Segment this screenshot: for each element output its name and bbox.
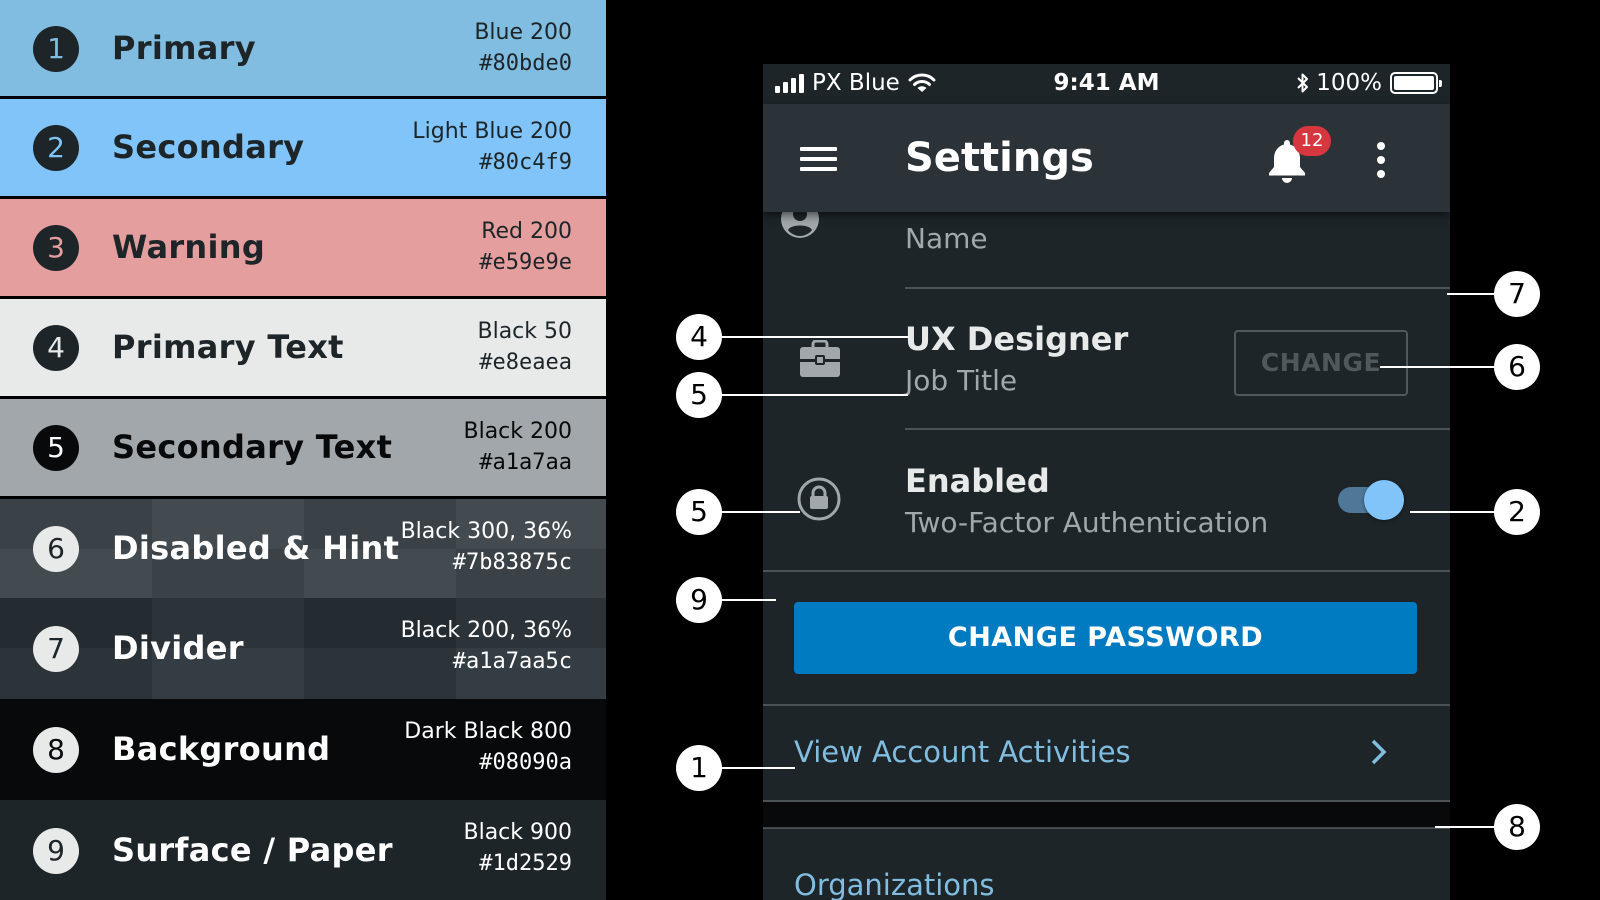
tfa-label: Two-Factor Authentication: [905, 506, 1269, 539]
swatch-info: Black 300, 36% #7b83875c: [401, 517, 572, 579]
swatch-hex: #1d2529: [479, 851, 572, 876]
callout-5-lock: 5: [676, 489, 722, 535]
swatch-info: Black 200 #a1a7aa: [463, 417, 572, 479]
swatch-info: Dark Black 800 #08090a: [404, 717, 572, 779]
status-right: 100%: [1296, 70, 1442, 96]
callout-9: 9: [676, 577, 722, 623]
swatch-number: 6: [33, 526, 79, 572]
bluetooth-icon: [1297, 73, 1309, 93]
swatch-secondary-text: 5 Secondary Text Black 200 #a1a7aa: [0, 399, 606, 496]
swatch-color-name: Black 200, 36%: [400, 618, 572, 643]
swatch-color-name: Black 300, 36%: [400, 519, 572, 544]
swatch-background: 8 Background Dark Black 800 #08090a: [0, 699, 606, 800]
swatch-color-name: Black 900: [463, 820, 572, 845]
swatch-hex: #a1a7aa5c: [452, 649, 572, 674]
section-gap: [763, 802, 1450, 828]
link-label: View Account Activities: [794, 735, 1131, 769]
swatch-secondary: 2 Secondary Light Blue 200 #80c4f9: [0, 99, 606, 196]
divider: [763, 827, 1450, 829]
swatch-label: Background: [112, 730, 331, 768]
color-palette: 1 Primary Blue 200 #80bde0 2 Secondary L…: [0, 0, 606, 900]
swatch-info: Blue 200 #80bde0: [474, 18, 572, 80]
swatch-color-name: Black 50: [477, 319, 572, 344]
battery-icon: [1390, 72, 1442, 94]
tfa-toggle[interactable]: [1338, 478, 1404, 522]
status-bar: PX Blue 9:41 AM 100%: [763, 64, 1450, 104]
callout-1: 1: [676, 745, 722, 791]
menu-icon[interactable]: [800, 147, 837, 171]
battery-percent: 100%: [1316, 70, 1382, 96]
app-bar: Settings 12: [763, 104, 1450, 212]
lock-icon: [797, 477, 841, 521]
organizations-link[interactable]: Organizations: [794, 868, 995, 900]
divider: [763, 570, 1450, 572]
swatch-hex: #a1a7aa: [479, 450, 572, 475]
callout-2: 2: [1494, 489, 1540, 535]
swatch-label: Surface / Paper: [112, 831, 393, 869]
swatch-color-name: Black 200: [463, 419, 572, 444]
swatch-color-name: Blue 200: [474, 20, 572, 45]
callout-5-job: 5: [676, 372, 722, 418]
notification-badge: 12: [1293, 126, 1331, 156]
swatch-info: Red 200 #e59e9e: [479, 217, 572, 279]
chevron-right-icon: [1371, 739, 1387, 765]
swatch-number: 1: [33, 26, 79, 72]
swatch-label: Warning: [112, 228, 266, 266]
change-job-button[interactable]: CHANGE: [1234, 330, 1408, 396]
swatch-info: Black 200, 36% #a1a7aa5c: [401, 616, 572, 678]
view-account-activities-link[interactable]: View Account Activities: [763, 704, 1450, 800]
callout-7: 7: [1494, 271, 1540, 317]
swatch-disabled-hint: 6 Disabled & Hint Black 300, 36% #7b8387…: [0, 499, 606, 598]
swatch-color-name: Light Blue 200: [412, 119, 572, 144]
callout-8: 8: [1494, 804, 1540, 850]
swatch-number: 9: [33, 828, 79, 874]
swatch-hex: #e59e9e: [479, 250, 572, 275]
phone-screen: PX Blue 9:41 AM 100% Settings 12 Name UX…: [763, 64, 1450, 900]
swatch-divider: 7 Divider Black 200, 36% #a1a7aa5c: [0, 598, 606, 699]
divider: [905, 287, 1450, 289]
swatch-hex: #80c4f9: [479, 150, 572, 175]
swatch-hex: #7b83875c: [452, 550, 572, 575]
swatch-hex: #08090a: [479, 750, 572, 775]
swatch-label: Primary Text: [112, 328, 344, 366]
swatch-info: Black 50 #e8eaea: [477, 317, 572, 379]
swatch-primary: 1 Primary Blue 200 #80bde0: [0, 0, 606, 96]
swatch-primary-text: 4 Primary Text Black 50 #e8eaea: [0, 299, 606, 396]
briefcase-icon: [800, 340, 840, 377]
swatch-number: 8: [33, 727, 79, 773]
swatch-label: Secondary Text: [112, 428, 393, 466]
tfa-status: Enabled: [905, 462, 1050, 500]
swatch-label: Secondary: [112, 128, 305, 166]
swatch-color-name: Dark Black 800: [404, 719, 572, 744]
name-subtitle: Name: [905, 222, 988, 255]
swatch-number: 3: [33, 225, 79, 271]
callout-line: [1447, 293, 1516, 295]
swatch-info: Black 900 #1d2529: [463, 818, 572, 880]
swatch-surface-paper: 9 Surface / Paper Black 900 #1d2529: [0, 800, 606, 900]
job-title-value: UX Designer: [905, 320, 1129, 358]
swatch-label: Divider: [112, 629, 244, 667]
swatch-number: 5: [33, 425, 79, 471]
toggle-thumb: [1364, 480, 1404, 520]
change-password-button[interactable]: CHANGE PASSWORD: [794, 602, 1417, 674]
page-title: Settings: [905, 135, 1094, 181]
swatch-number: 7: [33, 626, 79, 672]
swatch-color-name: Red 200: [481, 219, 572, 244]
swatch-label: Disabled & Hint: [112, 529, 400, 567]
swatch-info: Light Blue 200 #80c4f9: [412, 117, 572, 179]
divider: [905, 428, 1450, 430]
swatch-warning: 3 Warning Red 200 #e59e9e: [0, 199, 606, 296]
swatch-label: Primary: [112, 29, 256, 67]
swatch-number: 2: [33, 125, 79, 171]
swatch-hex: #e8eaea: [479, 350, 572, 375]
callout-6: 6: [1494, 344, 1540, 390]
callout-4: 4: [676, 314, 722, 360]
more-options-icon[interactable]: [1373, 140, 1389, 180]
swatch-hex: #80bde0: [479, 51, 572, 76]
swatch-number: 4: [33, 325, 79, 371]
job-title-label: Job Title: [905, 364, 1018, 397]
